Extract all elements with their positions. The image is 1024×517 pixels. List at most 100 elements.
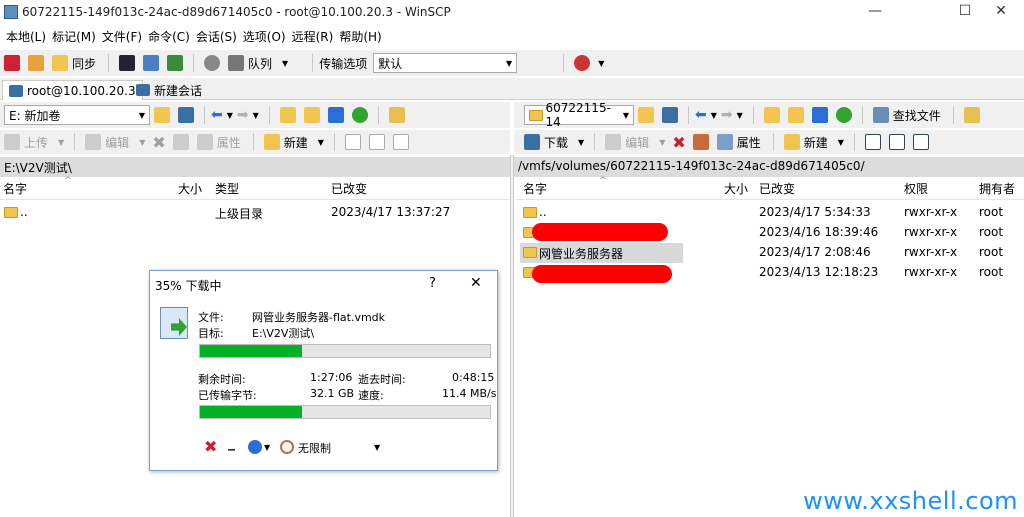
local-path-bar[interactable]: E:\V2V测试\ [0,157,510,177]
col-owner[interactable]: 拥有者 [979,180,1015,197]
explorer-icon[interactable] [167,55,184,71]
unselect-icon[interactable] [888,134,905,150]
local-drive-select[interactable]: E: 新加卷 ▼ [4,105,150,125]
minimize-button[interactable]: — [852,0,898,22]
table-row[interactable]: 2023/4/13 12:18:23 rwxr-xr-x root [516,263,1024,283]
parent-dir-icon[interactable] [763,107,780,123]
filter-icon[interactable] [662,107,678,123]
minimize-dialog-icon[interactable]: _ [228,435,235,451]
find-files-button[interactable]: 查找文件 [893,107,941,124]
col-changed[interactable]: 已改变 [331,180,367,197]
open-folder-icon[interactable] [154,107,170,123]
unselect-icon[interactable] [368,134,385,150]
back-icon[interactable]: ⬅ [211,107,223,123]
speed-limit-select[interactable]: 无限制 [298,440,331,456]
table-row[interactable]: 2023/4/16 18:39:46 rwxr-xr-x root [516,223,1024,243]
chevron-down-icon[interactable]: ▼ [598,59,604,68]
tab-new-session[interactable]: 新建会话 [130,80,208,100]
delete-icon[interactable]: ✖ [672,133,685,152]
menu-options[interactable]: 选项(O) [243,28,286,45]
synchronize-icon[interactable] [52,55,68,71]
menu-bar: 本地(L) 标记(M) 文件(F) 命令(C) 会话(S) 选项(O) 远程(R… [0,26,1024,46]
col-size[interactable]: 大小 [178,180,202,197]
find-files-icon[interactable] [872,107,889,123]
rename-icon[interactable] [692,134,709,150]
gear-icon[interactable] [204,55,221,71]
parent-dir-icon[interactable] [279,107,296,123]
compare-icon[interactable] [4,55,20,71]
terminal-icon[interactable] [119,55,136,71]
menu-mark[interactable]: 标记(M) [52,28,96,45]
chevron-down-icon[interactable]: ▼ [264,443,270,452]
remote-path-bar[interactable]: /vmfs/volumes/60722115-149f013c-24ac-d89… [514,157,1024,177]
col-size[interactable]: 大小 [724,180,748,197]
root-dir-icon[interactable] [787,107,804,123]
filter-select-icon[interactable] [912,134,929,150]
refresh-icon[interactable] [351,107,368,123]
synchronize-button[interactable]: 同步 [72,55,96,72]
filter-icon[interactable] [178,107,194,123]
home-icon[interactable] [811,107,828,123]
transfer-preset-select[interactable]: 默认 ▼ [373,53,518,73]
new-folder-icon[interactable] [783,134,800,150]
col-rights[interactable]: 权限 [904,180,928,197]
back-icon[interactable]: ⬅ [695,107,707,123]
panel-splitter[interactable] [510,155,514,517]
edit-button[interactable]: 编辑 [625,134,649,151]
menu-session[interactable]: 会话(S) [196,28,237,45]
menu-file[interactable]: 文件(F) [102,28,142,45]
menu-help[interactable]: 帮助(H) [339,28,381,45]
menu-remote[interactable]: 远程(R) [292,28,334,45]
queue-dropdown-icon[interactable]: ▼ [282,59,288,68]
filter-select-icon[interactable] [392,134,409,150]
forward-icon[interactable]: ➡ [721,107,733,123]
properties-icon[interactable] [716,134,733,150]
transfer-settings-icon[interactable] [574,55,591,71]
queue-icon[interactable] [228,55,245,71]
select-all-icon[interactable] [864,134,881,150]
putty-icon[interactable] [143,55,160,71]
download-icon[interactable] [524,134,540,150]
properties-icon[interactable] [196,134,213,150]
home-icon[interactable] [327,107,344,123]
properties-button[interactable]: 属性 [737,134,761,151]
edit-button[interactable]: 编辑 [105,134,129,151]
new-button[interactable]: 新建 [284,134,308,151]
close-button[interactable]: ✕ [978,0,1024,22]
tab-session[interactable]: root@10.100.20.3 [2,80,143,100]
delete-icon[interactable]: ✖ [152,133,165,152]
cancel-transfer-icon[interactable]: ✖ [204,437,217,456]
menu-local[interactable]: 本地(L) [6,28,46,45]
col-type[interactable]: 类型 [215,180,239,197]
new-folder-icon[interactable] [263,134,280,150]
table-row[interactable]: .. 2023/4/17 5:34:33 rwxr-xr-x root [516,203,1024,223]
tree-icon[interactable] [388,107,405,123]
forward-icon[interactable]: ➡ [237,107,249,123]
properties-button[interactable]: 属性 [217,134,241,151]
table-row[interactable]: 网管业务服务器 2023/4/17 2:08:46 rwxr-xr-x root [516,243,1024,263]
download-button[interactable]: 下载 [544,134,568,151]
queue-button[interactable]: 队列 [248,55,272,72]
edit-icon[interactable] [605,134,622,150]
col-name[interactable]: 名字 [3,180,27,197]
col-name[interactable]: 名字 [523,180,547,197]
open-folder-icon[interactable] [638,107,654,123]
new-button[interactable]: 新建 [804,134,828,151]
rename-icon[interactable] [172,134,189,150]
refresh-icon[interactable] [835,107,852,123]
remote-dir-select[interactable]: 60722115-14 ▼ [524,101,634,129]
menu-commands[interactable]: 命令(C) [148,28,190,45]
sync-browse-icon[interactable] [28,55,44,71]
help-button[interactable]: ? [429,276,436,291]
chevron-down-icon[interactable]: ▼ [374,443,380,452]
table-row[interactable]: .. 上级目录 2023/4/17 13:37:27 [0,203,510,223]
upload-icon[interactable] [4,134,20,150]
after-transfer-icon[interactable] [248,440,262,454]
root-dir-icon[interactable] [303,107,320,123]
upload-button[interactable]: 上传 [24,134,48,151]
col-changed[interactable]: 已改变 [759,180,795,197]
select-all-icon[interactable] [344,134,361,150]
dialog-close-button[interactable]: ✕ [470,275,482,291]
edit-icon[interactable] [85,134,102,150]
tree-icon[interactable] [963,107,980,123]
